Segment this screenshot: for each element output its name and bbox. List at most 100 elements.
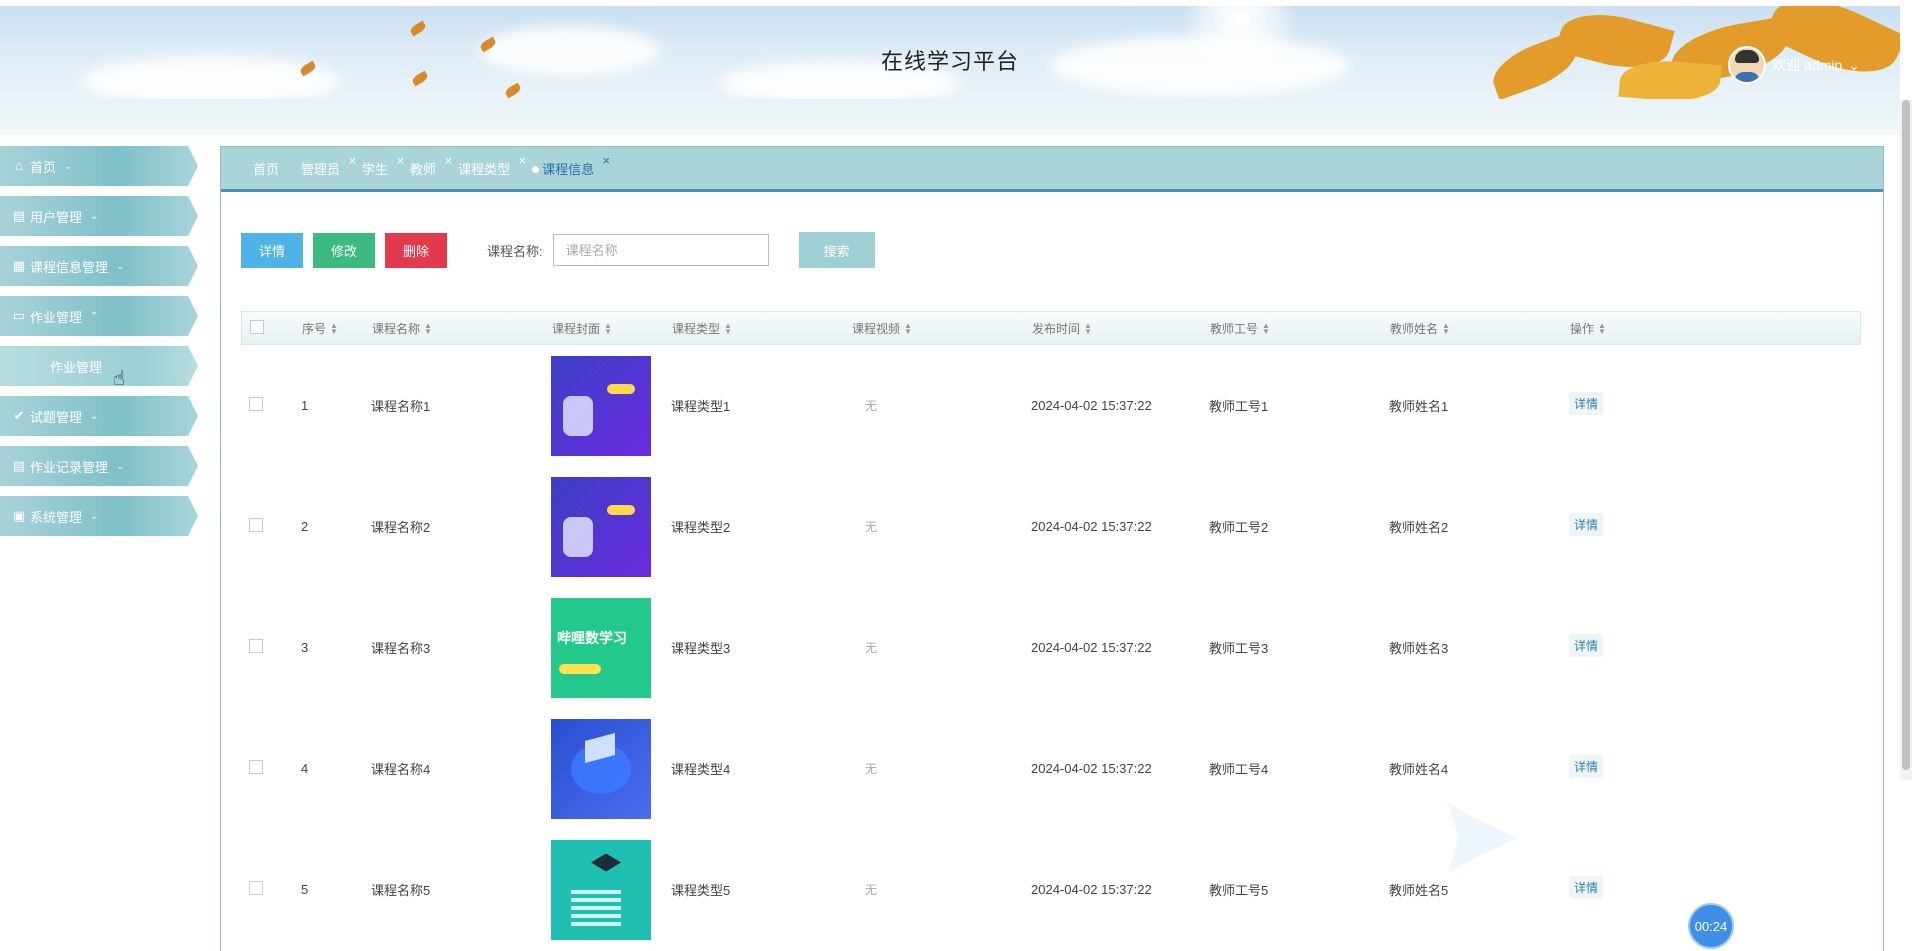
chevron-icon: ⌄ bbox=[64, 160, 73, 172]
column-header[interactable]: 课程封面 ▲ ▼ bbox=[552, 320, 672, 337]
sidebar-subitem-homework[interactable]: 作业管理 bbox=[0, 346, 198, 386]
sort-icon[interactable]: ▲ ▼ bbox=[330, 322, 338, 336]
sidebar-item-7[interactable]: ▣ 系统管理 ⌄ bbox=[0, 496, 198, 536]
table-row[interactable]: 5 课程名称5 课程类型5 无 2024-04-02 15:37:22 教师工号5 教师姓名… bbox=[241, 829, 1861, 950]
cell-video: 无 bbox=[865, 762, 878, 776]
column-header[interactable]: 教师姓名 ▲ ▼ bbox=[1390, 320, 1570, 337]
sidebar-item-label: 用户管理 bbox=[30, 209, 83, 225]
column-header[interactable]: 课程类型 ▲ ▼ bbox=[672, 320, 852, 337]
cell-name: 课程名称5 bbox=[371, 883, 431, 898]
sidebar-item-label: 作业管理 bbox=[30, 309, 83, 325]
cell-tid: 教师工号1 bbox=[1209, 399, 1269, 414]
folder-icon: ▭ bbox=[12, 308, 26, 323]
sidebar-item-2[interactable]: ▦ 课程信息管理 ⌄ bbox=[0, 246, 198, 286]
row-checkbox[interactable] bbox=[249, 881, 263, 895]
close-icon[interactable]: × bbox=[348, 153, 356, 168]
row-checkbox[interactable] bbox=[249, 397, 263, 411]
sidebar-item-label: 课程信息管理 bbox=[30, 259, 109, 275]
cell-video: 无 bbox=[865, 883, 878, 897]
tab-label: 学生 bbox=[362, 161, 389, 177]
cell-name: 课程名称2 bbox=[371, 520, 431, 535]
main-panel: 首页 管理员 × 学生 × 教师 × 课程类型 × 课程信息 × 详情 修改 删除 课程名称: 搜索… bbox=[220, 146, 1884, 951]
grid-icon: ▦ bbox=[12, 258, 26, 273]
tab-label: 管理员 bbox=[301, 161, 341, 177]
column-header[interactable]: 发布时间 ▲ ▼ bbox=[1032, 320, 1210, 337]
tab-4[interactable]: 课程类型 × bbox=[458, 153, 526, 178]
tab-0[interactable]: 首页 bbox=[253, 159, 279, 178]
cell-type: 课程类型1 bbox=[671, 399, 731, 414]
tab-1[interactable]: 管理员 × bbox=[301, 153, 356, 178]
cell-no: 3 bbox=[301, 640, 309, 655]
column-label: 操作 bbox=[1570, 321, 1595, 336]
cell-type: 课程类型4 bbox=[671, 762, 731, 777]
row-detail-button[interactable]: 详情 bbox=[1569, 392, 1604, 415]
cell-time: 2024-04-02 15:37:22 bbox=[1031, 761, 1152, 776]
row-detail-button[interactable]: 详情 bbox=[1569, 876, 1604, 899]
sort-icon[interactable]: ▲ ▼ bbox=[724, 322, 732, 336]
course-name-search-input[interactable] bbox=[552, 234, 769, 266]
row-checkbox[interactable] bbox=[249, 518, 263, 532]
cell-tname: 教师姓名4 bbox=[1389, 762, 1449, 777]
row-checkbox[interactable] bbox=[249, 639, 263, 653]
page-scrollbar[interactable] bbox=[1900, 100, 1912, 780]
table-row[interactable]: 2 课程名称2 课程类型2 无 2024-04-02 15:37:22 教师工号2 教师姓名… bbox=[241, 466, 1861, 587]
row-detail-button[interactable]: 详情 bbox=[1569, 755, 1604, 778]
tab-label: 教师 bbox=[410, 161, 437, 177]
chevron-icon: ⌄ bbox=[116, 460, 125, 472]
cell-time: 2024-04-02 15:37:22 bbox=[1031, 640, 1152, 655]
table-body: 1 课程名称1 课程类型1 无 2024-04-02 15:37:22 教师工号1 教师姓名… bbox=[241, 345, 1861, 950]
sort-icon[interactable]: ▲ ▼ bbox=[904, 322, 912, 336]
sidebar-item-label: 作业管理 bbox=[50, 359, 103, 375]
sidebar-item-1[interactable]: ▤ 用户管理 ⌄ bbox=[0, 196, 198, 236]
sort-icon[interactable]: ▲ ▼ bbox=[1598, 322, 1606, 336]
table-row[interactable]: 1 课程名称1 课程类型1 无 2024-04-02 15:37:22 教师工号1 教师姓名… bbox=[241, 345, 1861, 466]
sort-icon[interactable]: ▲ ▼ bbox=[1442, 322, 1450, 336]
tab-5[interactable]: 课程信息 × bbox=[532, 153, 610, 178]
sort-icon[interactable]: ▲ ▼ bbox=[424, 322, 432, 336]
close-icon[interactable]: × bbox=[603, 153, 611, 168]
sort-icon[interactable]: ▲ ▼ bbox=[1084, 322, 1092, 336]
column-header[interactable]: 课程名称 ▲ ▼ bbox=[372, 320, 552, 337]
column-label: 课程封面 bbox=[552, 321, 601, 336]
table-row[interactable]: 4 课程名称4 课程类型4 无 2024-04-02 15:37:22 教师工号4 教师姓名… bbox=[241, 708, 1861, 829]
table-row[interactable]: 3 课程名称3 课程类型3 无 2024-04-02 15:37:22 教师工号3 教师姓名… bbox=[241, 587, 1861, 708]
sidebar-item-3[interactable]: ▭ 作业管理 ⌃ bbox=[0, 296, 198, 336]
cell-tname: 教师姓名2 bbox=[1389, 520, 1449, 535]
cell-tname: 教师姓名1 bbox=[1389, 399, 1449, 414]
sidebar-item-6[interactable]: ▤ 作业记录管理 ⌄ bbox=[0, 446, 198, 486]
column-header[interactable]: 课程视频 ▲ ▼ bbox=[852, 320, 1032, 337]
cell-no: 5 bbox=[301, 882, 309, 897]
row-detail-button[interactable]: 详情 bbox=[1569, 513, 1604, 536]
search-button[interactable]: 搜索 bbox=[798, 232, 875, 268]
column-header[interactable]: 操作 ▲ ▼ bbox=[1570, 320, 1690, 337]
close-icon[interactable]: × bbox=[444, 153, 452, 168]
sidebar-item-0[interactable]: ⌂ 首页 ⌄ bbox=[0, 146, 198, 186]
cell-tid: 教师工号3 bbox=[1209, 641, 1269, 656]
select-all-checkbox[interactable] bbox=[250, 319, 264, 334]
sort-icon[interactable]: ▲ ▼ bbox=[604, 322, 612, 336]
edit-button[interactable]: 修改 bbox=[313, 232, 375, 268]
header-banner: 在线学习平台 欢迎 admin ⌄ bbox=[0, 6, 1900, 99]
sort-icon[interactable]: ▲ ▼ bbox=[1262, 322, 1270, 336]
detail-button[interactable]: 详情 bbox=[241, 232, 303, 268]
tab-2[interactable]: 学生 × bbox=[362, 153, 404, 178]
column-header[interactable]: 教师工号 ▲ ▼ bbox=[1210, 320, 1390, 337]
cell-name: 课程名称3 bbox=[371, 641, 431, 656]
users-icon: ▤ bbox=[12, 208, 26, 223]
tab-label: 首页 bbox=[253, 161, 280, 177]
close-icon[interactable]: × bbox=[396, 153, 404, 168]
delete-button[interactable]: 删除 bbox=[385, 232, 447, 268]
row-detail-button[interactable]: 详情 bbox=[1569, 634, 1604, 657]
home-icon: ⌂ bbox=[15, 158, 23, 173]
search-label: 课程名称: bbox=[487, 243, 543, 259]
cell-no: 2 bbox=[301, 519, 309, 534]
sidebar-item-5[interactable]: ✔ 试题管理 ⌄ bbox=[0, 396, 198, 436]
tab-3[interactable]: 教师 × bbox=[410, 153, 452, 178]
user-menu[interactable]: 欢迎 admin ⌄ bbox=[1728, 46, 1860, 84]
close-icon[interactable]: × bbox=[518, 153, 526, 168]
cell-time: 2024-04-02 15:37:22 bbox=[1031, 519, 1152, 534]
tab-label: 课程类型 bbox=[458, 161, 511, 177]
column-header[interactable]: 序号 ▲ ▼ bbox=[302, 320, 372, 337]
row-checkbox[interactable] bbox=[249, 760, 263, 774]
column-label: 序号 bbox=[302, 321, 327, 336]
